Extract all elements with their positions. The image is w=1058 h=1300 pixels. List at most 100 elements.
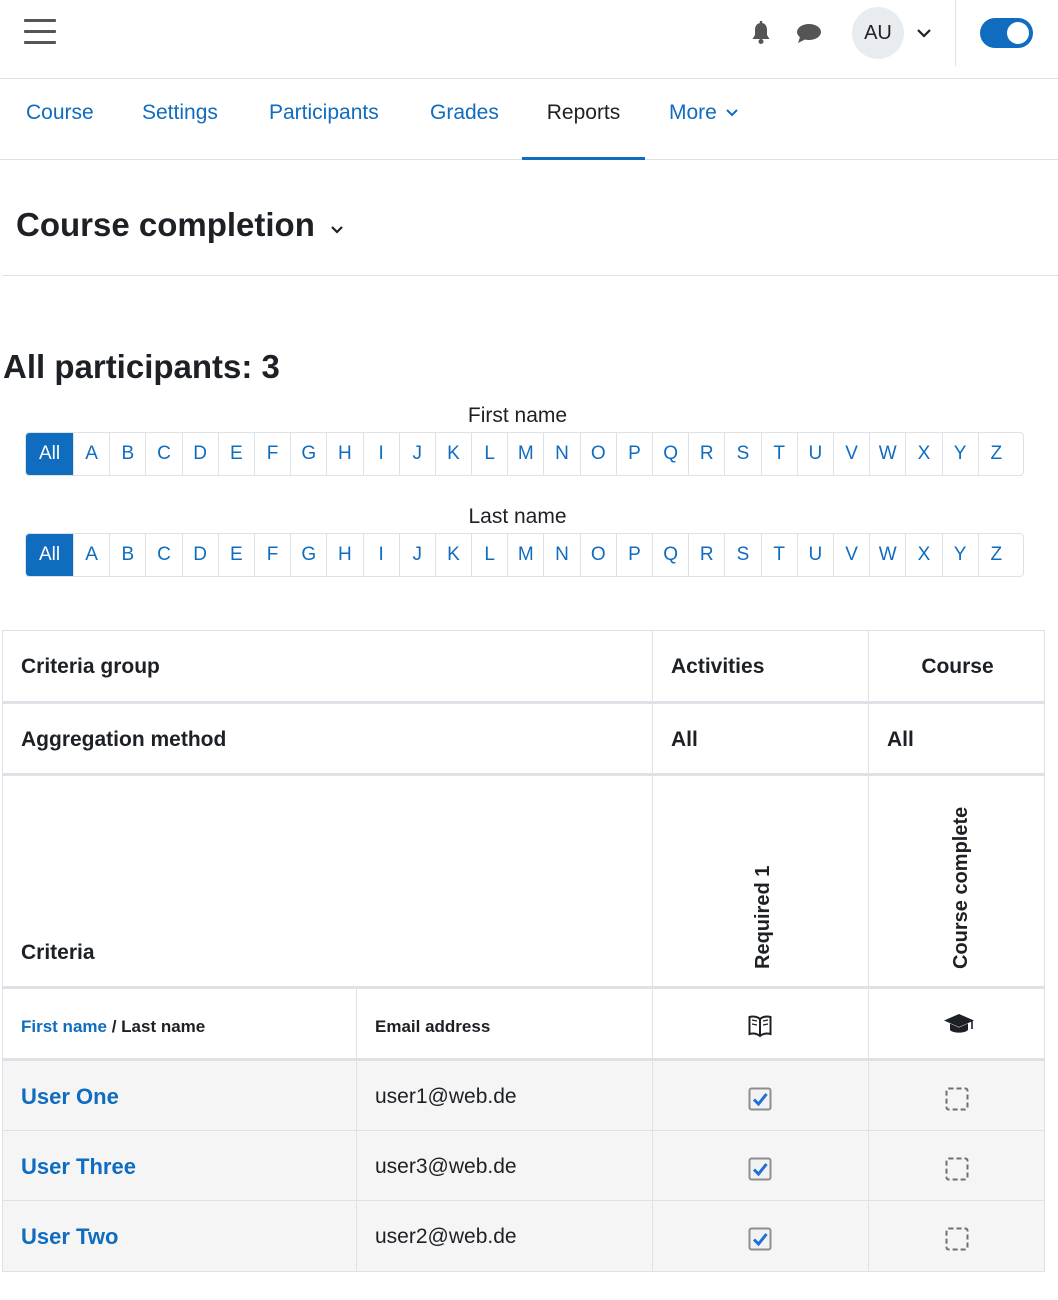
criteria-course-complete-label: Course complete	[950, 806, 972, 969]
edit-mode-toggle[interactable]	[980, 18, 1033, 48]
graduation-cap-icon	[944, 1014, 974, 1033]
tab-settings[interactable]: Settings	[142, 79, 218, 160]
user-name-link[interactable]: User Two	[21, 1224, 118, 1250]
hamburger-icon[interactable]	[24, 19, 56, 47]
last-name-initial-e[interactable]: E	[217, 534, 254, 576]
last-name-initial-j[interactable]: J	[398, 534, 435, 576]
last-name-initial-d[interactable]: D	[181, 534, 218, 576]
last-name-initial-r[interactable]: R	[688, 534, 724, 576]
first-name-initial-d[interactable]: D	[181, 433, 218, 475]
tab-participants[interactable]: Participants	[269, 79, 379, 160]
first-name-initial-r[interactable]: R	[688, 433, 724, 475]
first-name-initial-b[interactable]: B	[109, 433, 145, 475]
last-name-initial-q[interactable]: Q	[652, 534, 688, 576]
last-name-initial-l[interactable]: L	[471, 534, 507, 576]
first-name-initial-t[interactable]: T	[760, 433, 797, 475]
name-separator: /	[106, 1017, 122, 1036]
last-name-initial-k[interactable]: K	[434, 534, 471, 576]
first-name-initial-q[interactable]: Q	[652, 433, 688, 475]
first-name-initial-z[interactable]: Z	[977, 433, 1014, 475]
last-name-initial-c[interactable]: C	[145, 534, 181, 576]
user-name-link[interactable]: User Three	[21, 1154, 136, 1180]
first-name-initial-o[interactable]: O	[579, 433, 616, 475]
first-name-initial-j[interactable]: J	[398, 433, 435, 475]
first-name-initial-g[interactable]: G	[290, 433, 326, 475]
first-name-initial-w[interactable]: W	[869, 433, 905, 475]
user-email: user2@web.de	[375, 1225, 517, 1248]
last-name-initial-all[interactable]: All	[26, 534, 73, 576]
first-name-initial-i[interactable]: I	[362, 433, 399, 475]
avatar[interactable]: AU	[852, 7, 904, 59]
first-name-initial-p[interactable]: P	[615, 433, 652, 475]
table-row: User Two user2@web.de	[3, 1201, 1044, 1271]
top-navbar: AU	[0, 0, 1058, 79]
course-complete-status-cell	[868, 1061, 1046, 1130]
course-header-cell: Course	[868, 631, 1046, 701]
last-name-initial-o[interactable]: O	[579, 534, 616, 576]
last-name-initial-m[interactable]: M	[507, 534, 543, 576]
first-name-initial-all[interactable]: All	[26, 433, 73, 475]
tab-reports[interactable]: Reports	[522, 79, 645, 160]
incomplete-status-icon	[945, 1157, 969, 1181]
user-email: user3@web.de	[375, 1155, 517, 1178]
first-name-initial-f[interactable]: F	[253, 433, 290, 475]
first-name-initial-k[interactable]: K	[434, 433, 471, 475]
last-name-initials-bar: All A B C D E F G H I J K L M N O P Q R S T U V W X Y Z	[25, 533, 1024, 577]
last-name-initial-x[interactable]: X	[905, 534, 941, 576]
secondary-navigation: Course Settings Participants Grades Repo…	[0, 79, 1058, 160]
last-name-initial-u[interactable]: U	[796, 534, 833, 576]
first-name-initial-y[interactable]: Y	[941, 433, 978, 475]
tab-grades[interactable]: Grades	[430, 79, 499, 160]
chevron-down-icon[interactable]	[328, 222, 346, 236]
email-header-cell: Email address	[356, 989, 652, 1058]
first-name-initial-n[interactable]: N	[543, 433, 579, 475]
course-icon-cell	[868, 989, 1046, 1058]
table-body: User One user1@web.de User Three user3@web.…	[3, 1061, 1044, 1271]
last-name-initial-z[interactable]: Z	[977, 534, 1014, 576]
first-name-initial-c[interactable]: C	[145, 433, 181, 475]
first-name-initial-h[interactable]: H	[326, 433, 362, 475]
first-name-initial-v[interactable]: V	[832, 433, 869, 475]
chevron-down-icon	[725, 109, 738, 117]
last-name-initial-a[interactable]: A	[73, 534, 109, 576]
sort-last-name-link[interactable]: Last name	[121, 1017, 205, 1036]
aggregation-course-cell: All	[868, 704, 1046, 773]
book-icon[interactable]	[747, 1013, 773, 1039]
last-name-initial-t[interactable]: T	[760, 534, 797, 576]
last-name-initial-h[interactable]: H	[326, 534, 362, 576]
first-name-initial-e[interactable]: E	[217, 433, 254, 475]
tab-reports-label: Reports	[546, 101, 621, 124]
checked-checkbox-icon	[748, 1227, 772, 1251]
first-name-initial-a[interactable]: A	[73, 433, 109, 475]
last-name-initial-w[interactable]: W	[869, 534, 905, 576]
incomplete-status-icon	[945, 1087, 969, 1111]
criteria-required-cell: Required 1	[652, 776, 868, 986]
last-name-initial-i[interactable]: I	[362, 534, 399, 576]
chat-bubble-icon[interactable]	[795, 20, 821, 46]
aggregation-course-value: All	[887, 728, 914, 751]
bell-icon[interactable]	[748, 20, 774, 46]
last-name-initial-b[interactable]: B	[109, 534, 145, 576]
email-cell: user3@web.de	[356, 1131, 652, 1200]
last-name-initial-v[interactable]: V	[832, 534, 869, 576]
first-name-initial-x[interactable]: X	[905, 433, 941, 475]
first-name-initial-l[interactable]: L	[471, 433, 507, 475]
sort-first-name-link[interactable]: First name	[21, 1017, 107, 1036]
first-name-initial-s[interactable]: S	[724, 433, 760, 475]
first-name-initial-u[interactable]: U	[796, 433, 833, 475]
last-name-initial-n[interactable]: N	[543, 534, 579, 576]
first-name-initial-m[interactable]: M	[507, 433, 543, 475]
email-header[interactable]: Email address	[375, 1017, 490, 1037]
criteria-required-label: Required 1	[752, 865, 774, 969]
last-name-initial-g[interactable]: G	[290, 534, 326, 576]
tab-course[interactable]: Course	[26, 79, 94, 160]
aggregation-activities-cell: All	[652, 704, 868, 773]
last-name-initial-s[interactable]: S	[724, 534, 760, 576]
last-name-initial-y[interactable]: Y	[941, 534, 978, 576]
last-name-initial-p[interactable]: P	[615, 534, 652, 576]
chevron-down-icon[interactable]	[916, 26, 932, 38]
tab-more[interactable]: More	[669, 79, 739, 160]
user-name-link[interactable]: User One	[21, 1084, 119, 1110]
last-name-initial-f[interactable]: F	[253, 534, 290, 576]
navbar-divider	[955, 0, 956, 66]
